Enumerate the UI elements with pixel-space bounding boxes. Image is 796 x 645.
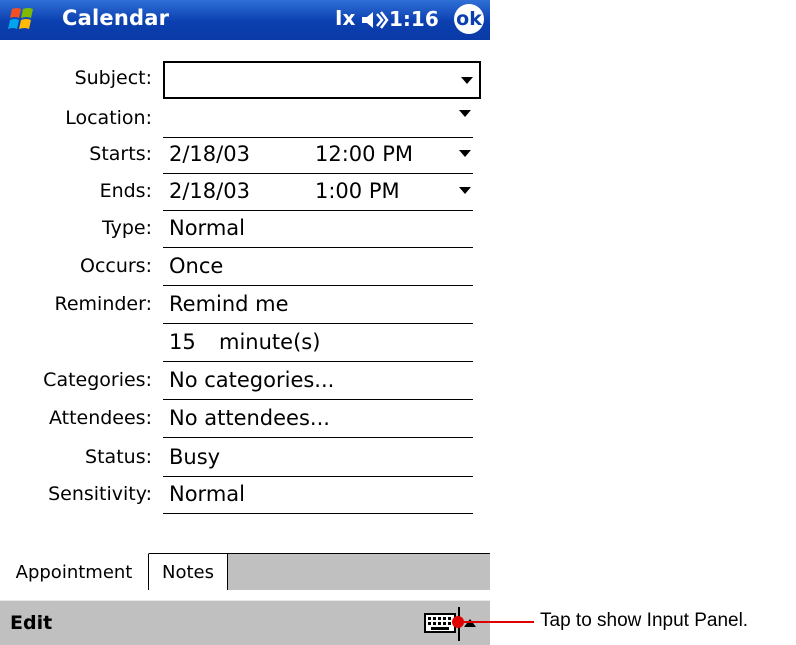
reminder-amount[interactable]: 15 (169, 330, 196, 354)
location-label: Location: (65, 107, 152, 129)
reminder-amount-field[interactable]: 15 minute(s) (163, 325, 473, 362)
attendees-field[interactable]: No attendees... (163, 401, 473, 438)
sensitivity-label: Sensitivity: (48, 483, 152, 505)
location-row[interactable]: Location: (0, 101, 490, 139)
tab-appointment[interactable]: Appointment (0, 553, 149, 590)
reminder-value: Remind me (169, 292, 289, 316)
status-value: Busy (169, 445, 221, 469)
subject-label: Subject: (74, 67, 152, 89)
categories-label: Categories: (43, 369, 152, 391)
starts-date[interactable]: 2/18/03 (169, 142, 250, 166)
status-field[interactable]: Busy (163, 440, 473, 477)
occurs-label: Occurs: (79, 255, 152, 277)
status-row[interactable]: Status: Busy (0, 440, 490, 478)
categories-value: No categories... (169, 368, 335, 392)
type-label: Type: (101, 217, 152, 239)
ends-date[interactable]: 2/18/03 (169, 179, 250, 203)
subject-input[interactable] (163, 61, 481, 99)
clock[interactable]: 1:16 (389, 7, 439, 31)
type-row[interactable]: Type: Normal (0, 211, 490, 249)
categories-row[interactable]: Categories: No categories... (0, 363, 490, 401)
callout-dot (452, 616, 464, 628)
ends-field[interactable]: 2/18/03 1:00 PM (163, 174, 473, 211)
app-title: Calendar (62, 6, 170, 30)
callout-line (464, 621, 534, 623)
ends-label: Ends: (99, 180, 152, 202)
reminder-amount-row[interactable]: 15 minute(s) (0, 325, 490, 363)
command-bar: Edit (0, 600, 490, 645)
edit-menu[interactable]: Edit (10, 612, 52, 634)
starts-time[interactable]: 12:00 PM (315, 142, 413, 166)
ends-time[interactable]: 1:00 PM (315, 179, 400, 203)
title-bar: Calendar Ⅰx 1:16 ok (0, 0, 490, 40)
categories-field[interactable]: No categories... (163, 363, 473, 400)
occurs-field[interactable]: Once (163, 249, 473, 286)
subject-dropdown-icon[interactable] (461, 77, 473, 84)
ok-button[interactable]: ok (454, 4, 484, 34)
status-label: Status: (85, 446, 152, 468)
starts-dropdown-icon[interactable] (459, 150, 471, 157)
reminder-label: Reminder: (54, 293, 153, 315)
ends-row[interactable]: Ends: 2/18/03 1:00 PM (0, 174, 490, 212)
starts-row[interactable]: Starts: 2/18/03 12:00 PM (0, 137, 490, 175)
windows-start-icon[interactable] (6, 5, 38, 35)
sensitivity-row[interactable]: Sensitivity: Normal (0, 477, 490, 515)
attendees-value: No attendees... (169, 406, 330, 430)
type-field[interactable]: Normal (163, 211, 473, 248)
sensitivity-value: Normal (169, 482, 245, 506)
reminder-unit[interactable]: minute(s) (219, 330, 320, 354)
device-screen: Calendar Ⅰx 1:16 ok Subject: Location: S… (0, 0, 490, 645)
type-value: Normal (169, 216, 245, 240)
occurs-value: Once (169, 254, 224, 278)
sensitivity-field[interactable]: Normal (163, 477, 473, 514)
location-dropdown-icon[interactable] (459, 110, 471, 117)
attendees-label: Attendees: (48, 407, 152, 429)
tab-bar: Appointment Notes (0, 553, 490, 590)
reminder-row[interactable]: Reminder: Remind me (0, 287, 490, 325)
speaker-icon[interactable] (360, 8, 390, 32)
connectivity-icon[interactable]: Ⅰx (335, 6, 355, 30)
occurs-row[interactable]: Occurs: Once (0, 249, 490, 287)
sip-arrow-icon[interactable] (464, 618, 476, 628)
location-field[interactable] (163, 101, 473, 138)
starts-label: Starts: (89, 143, 152, 165)
attendees-row[interactable]: Attendees: No attendees... (0, 401, 490, 439)
starts-field[interactable]: 2/18/03 12:00 PM (163, 137, 473, 174)
callout-text: Tap to show Input Panel. (540, 610, 749, 631)
tab-notes[interactable]: Notes (149, 553, 228, 590)
ends-dropdown-icon[interactable] (459, 187, 471, 194)
reminder-field[interactable]: Remind me (163, 287, 473, 324)
